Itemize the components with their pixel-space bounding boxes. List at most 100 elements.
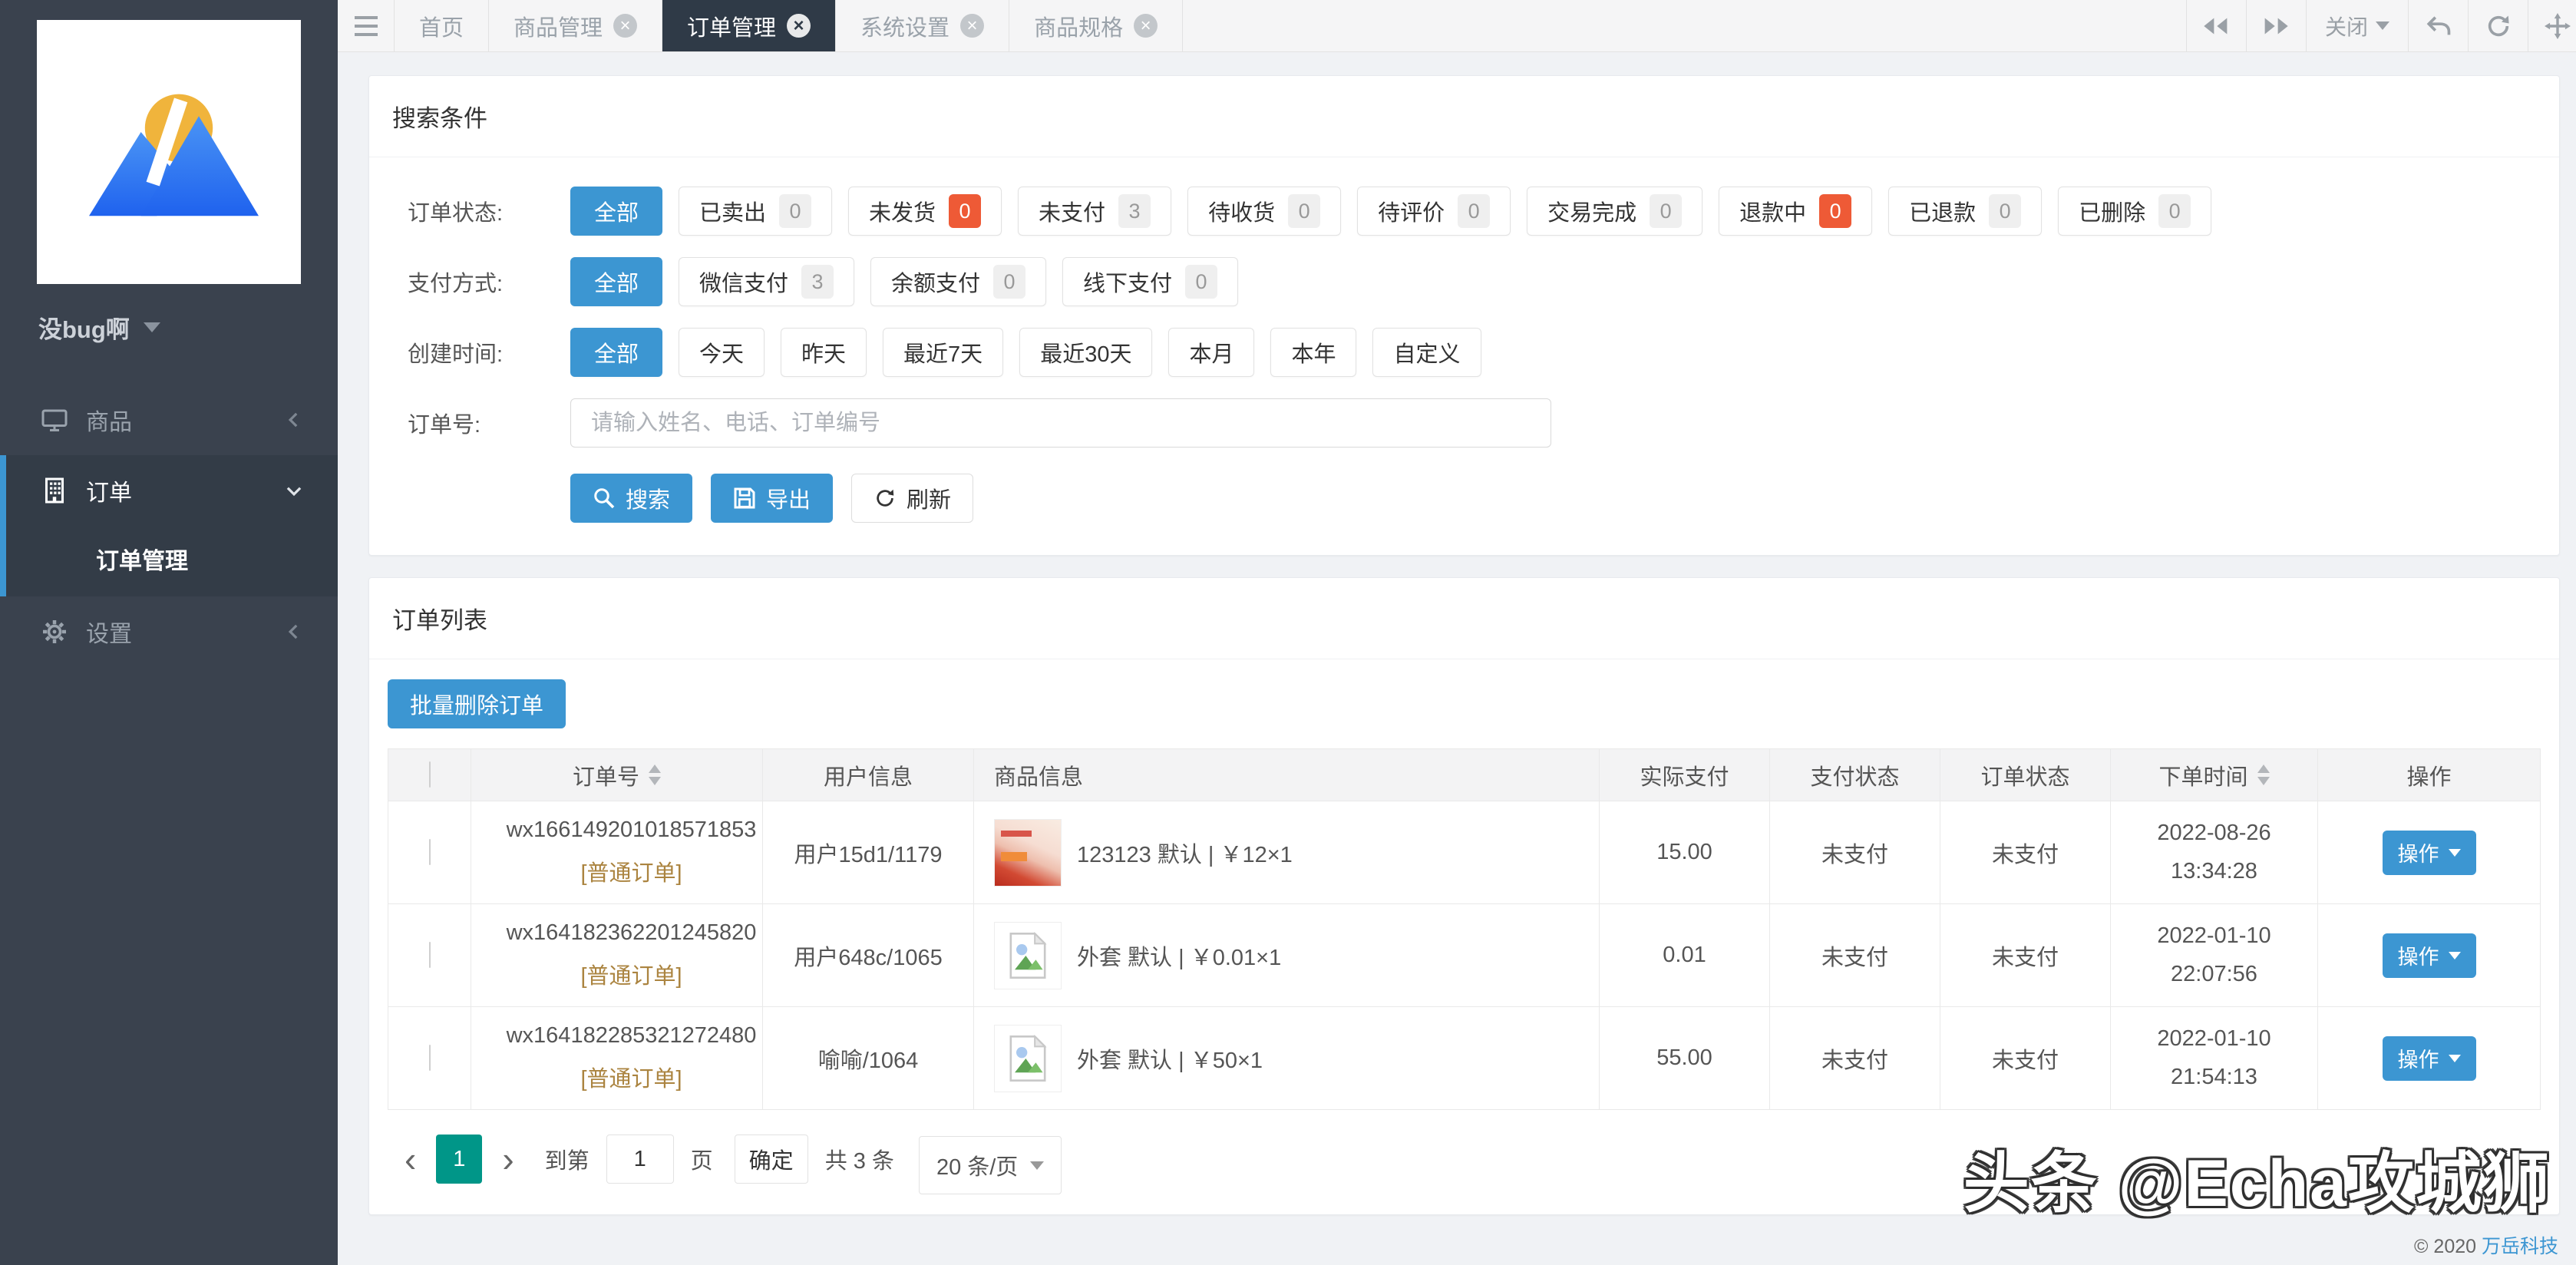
filter-payment-balance[interactable]: 余额支付0 [870,257,1046,306]
filter-time-all[interactable]: 全部 [570,328,662,377]
close-icon[interactable]: × [787,14,811,38]
select-all-checkbox[interactable] [429,761,431,788]
fast-forward-icon[interactable] [2246,0,2306,51]
count-badge: 0 [1989,194,2021,228]
sidebar-item-orders[interactable]: 订单 [6,455,338,526]
sidebar-item-products[interactable]: 商品 [0,385,338,455]
table-row: wx166149201018571853 [普通订单] 用户15d1/1179 … [388,801,2541,904]
filter-payment-offline[interactable]: 线下支付0 [1062,257,1238,306]
sidebar-item-settings[interactable]: 设置 [0,596,338,667]
close-icon[interactable]: × [960,14,984,38]
column-header: 支付状态 [1810,765,1899,790]
per-page-select[interactable]: 20 条/页 [919,1136,1062,1194]
company-link[interactable]: 万岳科技 [2482,1236,2558,1257]
filter-order-status-awaiting-receipt[interactable]: 待收货0 [1187,187,1341,236]
user-info: 用户648c/1065 [763,904,974,1007]
order-type: [普通订单] [500,855,762,887]
sidebar-item-order-management[interactable]: 订单管理 [6,526,338,592]
refresh-icon[interactable] [2468,0,2528,51]
filter-order-status-deleted[interactable]: 已删除0 [2058,187,2211,236]
search-icon [593,487,616,510]
row-checkbox[interactable] [429,942,431,968]
filter-order-status-completed[interactable]: 交易完成0 [1527,187,1702,236]
chevron-down-icon [2449,952,2461,959]
count-badge: 0 [1185,265,1217,299]
field-label: 创建时间: [408,336,570,368]
filter-time-today[interactable]: 今天 [679,328,765,377]
prev-page-button[interactable]: ‹ [391,1135,430,1184]
tab-system-settings[interactable]: 系统设置 × [836,0,1009,51]
tab-label: 订单管理 [687,10,776,42]
content-area: 搜索条件 订单状态: 全部 已卖出0 未发货0 未支付3 待收货0 待评价0 交… [338,52,2576,1265]
panel-title: 订单列表 [392,601,487,636]
tab-label: 商品规格 [1034,10,1123,42]
column-header: 订单状态 [1980,765,2069,790]
filter-order-status-unshipped[interactable]: 未发货0 [848,187,1002,236]
tab-home[interactable]: 首页 [395,0,489,51]
close-icon[interactable]: × [613,14,637,38]
page-button-current[interactable]: 1 [436,1135,482,1184]
filter-time-this-year[interactable]: 本年 [1270,328,1356,377]
table-row: wx164182362201245820 [普通订单] 用户648c/1065 [388,904,2541,1007]
filter-payment-all[interactable]: 全部 [570,257,662,306]
footer: © 2020 万岳科技 [2414,1231,2558,1259]
order-no-row: 订单号: [408,398,2536,448]
close-tabs-dropdown[interactable]: 关闭 [2306,0,2408,51]
tab-product-specs[interactable]: 商品规格 × [1009,0,1183,51]
topbar-controls: 关闭 [2186,0,2576,51]
row-checkbox[interactable] [429,839,431,865]
filter-time-this-month[interactable]: 本月 [1168,328,1254,377]
building-icon [40,476,69,505]
goto-page-input[interactable] [606,1135,674,1184]
table-row: wx164182285321272480 [普通订单] 喻喻/1064 [388,1007,2541,1110]
goto-label: 到第 [545,1143,590,1175]
filter-order-status-refunding[interactable]: 退款中0 [1719,187,1872,236]
per-page-value: 20 条/页 [936,1149,1018,1181]
next-page-button[interactable]: › [488,1135,527,1184]
chevron-down-icon [284,481,304,500]
refresh-button[interactable]: 刷新 [851,474,973,523]
filter-order-status-awaiting-review[interactable]: 待评价0 [1357,187,1511,236]
fast-backward-icon[interactable] [2186,0,2246,51]
count-badge: 0 [1458,194,1490,228]
tab-order-management[interactable]: 订单管理 × [662,0,836,51]
product-info: 123123 默认 | ￥12×1 [1077,837,1293,869]
user-menu[interactable]: 没bug啊 [0,310,338,345]
filter-order-status-all[interactable]: 全部 [570,187,662,236]
filter-order-status-refunded[interactable]: 已退款0 [1888,187,2042,236]
filter-order-status-sold[interactable]: 已卖出0 [679,187,832,236]
create-time-row: 创建时间: 全部 今天 昨天 最近7天 最近30天 本月 本年 自定义 [408,328,2536,377]
close-icon[interactable]: × [1134,14,1158,38]
row-actions-button[interactable]: 操作 [2383,1036,2476,1081]
count-badge: 3 [1118,194,1151,228]
undo-icon[interactable] [2408,0,2468,51]
filter-time-last30days[interactable]: 最近30天 [1019,328,1152,377]
filter-order-status-unpaid[interactable]: 未支付3 [1018,187,1171,236]
main-area: 首页 商品管理 × 订单管理 × 系统设置 × 商品规格 × [338,0,2576,1265]
refresh-icon [874,487,897,510]
sidebar-item-label: 商品 [86,403,284,437]
confirm-page-button[interactable]: 确定 [735,1135,808,1184]
batch-delete-button[interactable]: 批量删除订单 [388,679,566,728]
export-button[interactable]: 导出 [711,474,833,523]
filter-time-yesterday[interactable]: 昨天 [781,328,867,377]
chevron-down-icon [144,322,160,332]
pay-status: 未支付 [1770,904,1940,1007]
row-actions-button[interactable]: 操作 [2383,933,2476,978]
row-actions-button[interactable]: 操作 [2383,831,2476,875]
filter-payment-wechat[interactable]: 微信支付3 [679,257,854,306]
order-no-input[interactable] [570,398,1551,448]
filter-time-custom[interactable]: 自定义 [1372,328,1481,377]
order-date: 2022-01-10 [2111,924,2317,949]
search-button[interactable]: 搜索 [570,474,692,523]
row-checkbox[interactable] [429,1045,431,1071]
move-icon[interactable] [2528,0,2576,51]
sidebar-toggle-button[interactable] [338,0,395,51]
filter-time-last7days[interactable]: 最近7天 [883,328,1003,377]
sort-icon[interactable] [2257,765,2270,785]
search-panel-body: 订单状态: 全部 已卖出0 未发货0 未支付3 待收货0 待评价0 交易完成0 … [369,157,2559,555]
count-badge: 0 [949,194,981,228]
sort-icon[interactable] [649,765,661,785]
tab-product-management[interactable]: 商品管理 × [489,0,662,51]
topbar: 首页 商品管理 × 订单管理 × 系统设置 × 商品规格 × [338,0,2576,52]
